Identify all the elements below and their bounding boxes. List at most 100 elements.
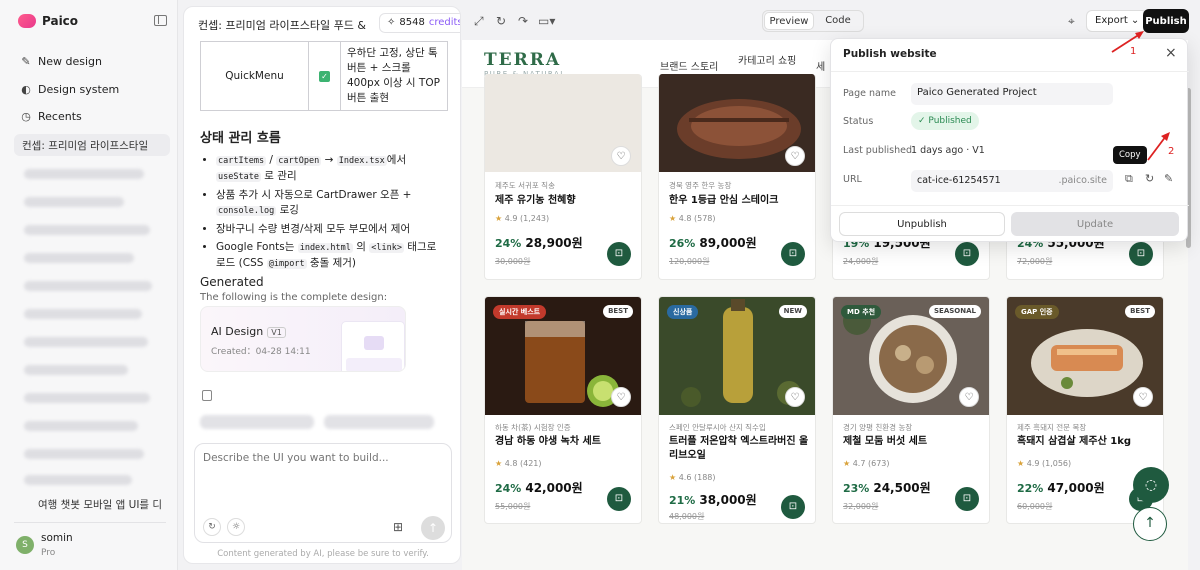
design-card[interactable]: AI Design V1 Created：04-28 14:11	[200, 306, 406, 372]
cart-icon[interactable]: ⊡	[955, 487, 979, 511]
annotation-arrow-icon	[1111, 31, 1144, 53]
reload-icon[interactable]: ↻	[496, 14, 506, 28]
text: 로깅	[276, 204, 299, 216]
cart-icon[interactable]: ⊡	[607, 487, 631, 511]
discount-rate: 21%	[669, 494, 696, 507]
publish-button[interactable]: Publish	[1143, 9, 1189, 33]
app-logo[interactable]: Paico	[18, 14, 78, 28]
product-rating: ★ 4.6 (188)	[669, 473, 716, 482]
sparkle-icon: ✧	[387, 17, 396, 28]
design-card-date: Created：04-28 14:11	[211, 347, 311, 357]
discount-rate: 24%	[495, 482, 522, 495]
product-name: 제철 모둠 버섯 세트	[843, 436, 928, 447]
refresh-icon[interactable]: ↻	[1145, 172, 1154, 185]
close-icon[interactable]: ×	[1165, 45, 1177, 61]
recent-item-blurred[interactable]	[24, 365, 128, 375]
site-brand[interactable]: TERRA	[484, 50, 561, 70]
recent-item-blurred[interactable]	[24, 309, 142, 319]
inline-code: Index.tsx	[336, 156, 387, 166]
recent-item-blurred[interactable]	[24, 449, 144, 459]
recent-item-blurred[interactable]	[24, 281, 152, 291]
recent-item-blurred[interactable]	[24, 393, 150, 403]
copy-icon[interactable]	[202, 390, 212, 401]
unpublish-button[interactable]: Unpublish	[839, 212, 1005, 236]
cart-icon[interactable]: ⊡	[781, 495, 805, 519]
product-origin: 제주 흑돼지 전문 목장	[1017, 423, 1087, 432]
product-name: 제주 유기농 천혜향	[495, 195, 576, 206]
modal-title: Publish website	[843, 48, 937, 60]
product-tag: NEW	[778, 305, 807, 318]
image-upload-icon[interactable]: ⊞	[393, 520, 403, 534]
expand-icon[interactable]: ⤢	[474, 14, 484, 29]
product-card[interactable]: ♡ 경북 영주 한우 농장 한우 1등급 안심 스테이크 ★ 4.8 (578)…	[658, 74, 816, 280]
product-card[interactable]: 신상품 NEW ♡ 스페인 안달루시아 산지 직수입 트러플 저온압착 엑스트라…	[658, 296, 816, 524]
recent-item[interactable]: 여행 챗봇 모바일 앱 UI를 디	[38, 497, 168, 512]
product-card[interactable]: 실시간 베스트 BEST ♡ 하동 차(茶) 시험장 인증 경남 하동 야생 녹…	[484, 296, 642, 524]
new-design-button[interactable]: ✎ New design	[20, 55, 102, 68]
cursor-icon[interactable]: ⌖	[1068, 14, 1075, 29]
credits-label: credits	[428, 17, 461, 28]
site-menu-item[interactable]: 세	[816, 58, 825, 73]
lightbulb-icon[interactable]: ☼	[227, 518, 245, 536]
heart-icon[interactable]: ♡	[611, 146, 631, 166]
site-menu-item[interactable]: 브랜드 스토리	[660, 58, 718, 73]
list-item: cartItems / cartOpen → Index.tsx에서 useSt…	[216, 153, 448, 185]
tab-preview[interactable]: Preview	[764, 12, 814, 30]
check-icon: ✓	[319, 71, 330, 82]
prompt-input[interactable]	[203, 452, 443, 464]
export-label: Export	[1095, 15, 1128, 26]
url-field[interactable]: cat-ice-61254571 .paico.site	[911, 170, 1113, 192]
recent-item-blurred[interactable]	[24, 197, 124, 207]
edit-icon[interactable]: ✎	[1164, 172, 1173, 185]
rating-value: 4.8	[504, 459, 518, 468]
product-card[interactable]: ♡ 제주도 서귀포 직송 제주 유기농 천혜향 ★ 4.9 (1,243) 24…	[484, 74, 642, 280]
recent-item-blurred[interactable]	[24, 169, 144, 179]
list-item: Google Fonts는 index.html 의 <link> 태그로 로드…	[216, 240, 448, 272]
recent-item-blurred[interactable]	[24, 475, 132, 485]
price-row: 22% 47,000원	[1017, 479, 1105, 496]
sale-price: 24,500원	[873, 481, 931, 495]
chat-bubble-icon[interactable]: ◌	[1133, 467, 1169, 503]
cart-icon[interactable]: ⊡	[781, 242, 805, 266]
publish-modal: Publish website × Page name Paico Genera…	[830, 38, 1189, 242]
credits-badge[interactable]: ✧ 8548 credits	[379, 13, 461, 33]
send-button[interactable]: ↑	[421, 516, 445, 540]
recent-item-blurred[interactable]	[24, 421, 138, 431]
design-system-button[interactable]: ◐ Design system	[20, 83, 119, 96]
recent-item-blurred[interactable]	[24, 337, 148, 347]
refresh-icon[interactable]: ↻	[203, 518, 221, 536]
heart-icon[interactable]: ♡	[959, 387, 979, 407]
product-tag: SEASONAL	[929, 305, 981, 318]
cart-icon[interactable]: ⊡	[955, 242, 979, 266]
inline-code: console.log	[216, 206, 277, 216]
scroll-top-button[interactable]: ↑	[1133, 507, 1167, 541]
heart-icon[interactable]: ♡	[785, 146, 805, 166]
recent-item-selected[interactable]: 컨셉: 프리미엄 라이프스타일	[14, 134, 170, 156]
device-select-icon[interactable]: ▭▾	[538, 14, 555, 28]
cart-icon[interactable]: ⊡	[607, 242, 631, 266]
review-count: (1,056)	[1042, 459, 1072, 468]
component-table: QuickMenu ✓ 우하단 고정, 상단 톡 버튼 + 스크롤 400px …	[200, 41, 448, 111]
product-card[interactable]: MD 추천 SEASONAL ♡ 경기 양평 친환경 농장 제철 모둠 버섯 세…	[832, 296, 990, 524]
product-rating: ★ 4.8 (578)	[669, 214, 716, 223]
redo-icon[interactable]: ↷	[518, 14, 528, 28]
site-menu-item[interactable]: 카테고리 쇼핑	[738, 52, 796, 67]
url-label: URL	[843, 174, 862, 185]
update-button[interactable]: Update	[1011, 212, 1179, 236]
avatar[interactable]: S	[16, 536, 34, 554]
tab-code[interactable]: Code	[814, 12, 862, 30]
heart-icon[interactable]: ♡	[785, 387, 805, 407]
recent-item-blurred[interactable]	[24, 225, 150, 235]
status-badge: ✓ Published	[911, 112, 979, 130]
check-circle-icon: ✓	[918, 116, 926, 126]
heart-icon[interactable]: ♡	[1133, 387, 1153, 407]
page-name-field[interactable]: Paico Generated Project	[911, 83, 1113, 105]
cart-icon[interactable]: ⊡	[1129, 242, 1153, 266]
sidebar-toggle-icon[interactable]	[154, 15, 167, 26]
url-domain: .paico.site	[1058, 175, 1107, 186]
recent-item-blurred[interactable]	[24, 253, 134, 263]
copy-icon[interactable]: ⧉	[1125, 172, 1133, 186]
rating-value: 4.6	[678, 473, 692, 482]
heart-icon[interactable]: ♡	[611, 387, 631, 407]
table-cell-desc: 우하단 고정, 상단 톡 버튼 + 스크롤 400px 이상 시 TOP 버튼 …	[340, 41, 448, 111]
